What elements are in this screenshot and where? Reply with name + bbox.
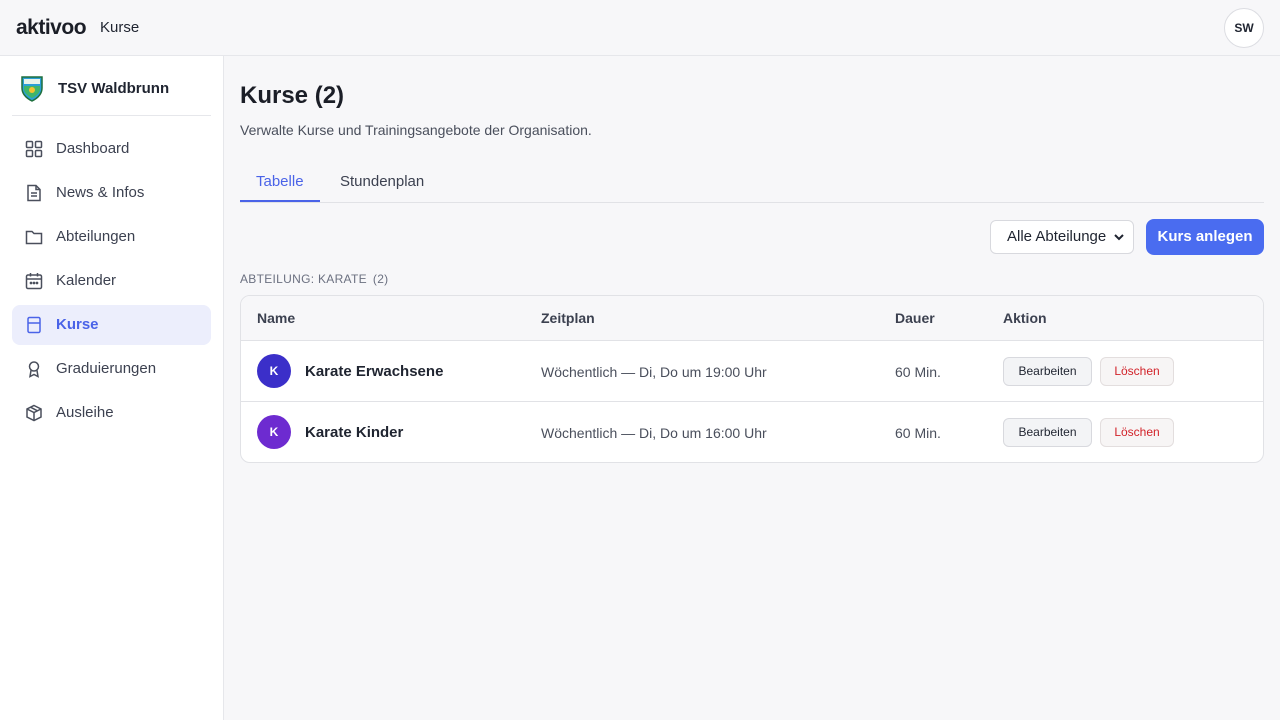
tab-bar: Tabelle Stundenplan (240, 162, 1264, 203)
course-name: Karate Kinder (305, 424, 404, 441)
calendar-icon (25, 273, 43, 290)
sidebar-item-news[interactable]: News & Infos (12, 173, 211, 213)
edit-button[interactable]: Bearbeiten (1003, 357, 1092, 386)
sidebar-item-ausleihe[interactable]: Ausleihe (12, 393, 211, 433)
course-duration: 60 Min. (895, 425, 941, 441)
column-header-schedule: Zeitplan (541, 310, 595, 326)
tab-tabelle[interactable]: Tabelle (240, 162, 320, 202)
news-icon (27, 184, 41, 202)
page-subtitle: Verwalte Kurse und Trainingsangebote der… (240, 122, 592, 138)
sidebar-item-label: Ausleihe (56, 404, 114, 421)
department-filter-value: Alle Abteilunge (1007, 228, 1107, 245)
sidebar-item-label: Kalender (56, 272, 117, 289)
table-row[interactable]: K Karate Erwachsene Wöchentlich — Di, Do… (241, 341, 1263, 402)
user-avatar[interactable]: SW (1224, 8, 1264, 48)
sidebar-item-label: News & Infos (56, 184, 145, 201)
org-name: TSV Waldbrunn (58, 80, 170, 97)
create-course-button[interactable]: Kurs anlegen (1146, 219, 1264, 255)
app-logo[interactable]: aktivoo (16, 16, 87, 40)
package-icon (26, 404, 42, 422)
delete-button[interactable]: Löschen (1100, 357, 1174, 386)
column-header-duration: Dauer (895, 310, 935, 326)
sidebar-item-label: Dashboard (56, 140, 130, 157)
department-filter-select[interactable]: Alle Abteilunge (990, 220, 1134, 254)
course-name: Karate Erwachsene (305, 363, 444, 380)
page-title: Kurse (2) (240, 82, 345, 109)
column-header-action: Aktion (1003, 310, 1047, 326)
course-avatar: K (257, 354, 291, 388)
course-schedule: Wöchentlich — Di, Do um 16:00 Uhr (541, 425, 767, 441)
group-name: ABTEILUNG: KARATE (240, 272, 367, 286)
courses-table: Name Zeitplan Dauer Aktion K Karate Erwa… (240, 295, 1264, 463)
course-duration: 60 Min. (895, 364, 941, 380)
sidebar-item-kurse[interactable]: Kurse (12, 305, 211, 345)
sidebar-item-abteilungen[interactable]: Abteilungen (12, 217, 211, 257)
course-avatar: K (257, 415, 291, 449)
top-title: Kurse (100, 19, 140, 36)
group-count: (2) (372, 272, 389, 286)
sidebar-item-label: Graduierungen (56, 360, 157, 377)
course-icon (27, 316, 41, 334)
tab-stundenplan[interactable]: Stundenplan (324, 162, 440, 202)
delete-button[interactable]: Löschen (1100, 418, 1174, 447)
group-label: ABTEILUNG: KARATE (2) (240, 272, 388, 286)
course-schedule: Wöchentlich — Di, Do um 19:00 Uhr (541, 364, 767, 380)
org-crest-icon (21, 76, 43, 102)
org-header[interactable]: TSV Waldbrunn (12, 70, 211, 116)
sidebar-item-label: Abteilungen (56, 228, 136, 245)
sidebar-item-graduierungen[interactable]: Graduierungen (12, 349, 211, 389)
edit-button[interactable]: Bearbeiten (1003, 418, 1092, 447)
sidebar-item-dashboard[interactable]: Dashboard (12, 129, 211, 169)
sidebar-item-label: Kurse (56, 316, 99, 333)
top-bar: aktivoo Kurse SW (0, 0, 1280, 56)
folder-icon (25, 230, 43, 245)
chevron-down-icon (1114, 234, 1124, 241)
sidebar-item-kalender[interactable]: Kalender (12, 261, 211, 301)
column-header-name: Name (257, 310, 296, 326)
table-row[interactable]: K Karate Kinder Wöchentlich — Di, Do um … (241, 402, 1263, 462)
dashboard-icon (25, 140, 43, 158)
sidebar: TSV Waldbrunn Dashboard News & Infos Abt… (0, 56, 224, 720)
table-header: Name Zeitplan Dauer Aktion (241, 296, 1263, 341)
award-icon (28, 361, 40, 378)
